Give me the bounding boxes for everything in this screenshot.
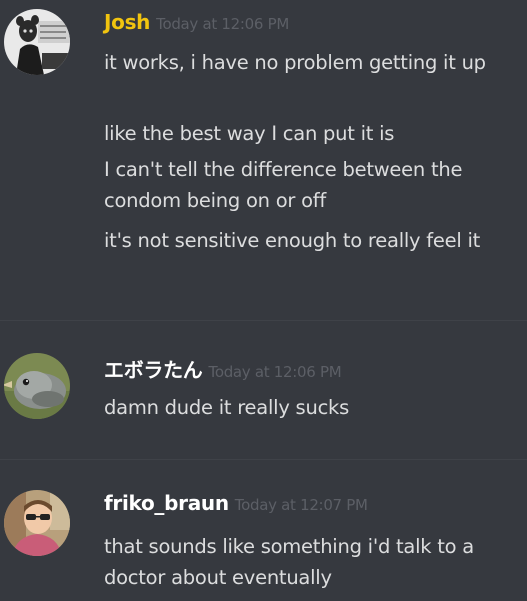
message-text: that sounds like something i'd talk to a… [104,535,474,589]
message-divider [0,459,527,460]
timestamp: Today at 12:06 PM [208,363,342,381]
username[interactable]: エボラたん [104,358,203,382]
message-text: like the best way I can put it is [104,122,395,145]
avatar[interactable] [4,9,70,75]
message-header: Josh Today at 12:06 PM [104,10,289,34]
message-text: it works, i have no problem getting it u… [104,51,486,74]
message-text: damn dude it really sucks [104,396,350,419]
username[interactable]: Josh [104,10,150,34]
timestamp: Today at 12:06 PM [156,15,289,33]
message-divider [0,320,527,321]
avatar[interactable] [4,353,70,419]
avatar[interactable] [4,490,70,556]
message-header: エボラたん Today at 12:06 PM [104,354,342,383]
username[interactable]: friko_braun [104,491,229,515]
timestamp: Today at 12:07 PM [234,496,368,514]
message-header: friko_braun Today at 12:07 PM [104,491,368,515]
message-text: I can't tell the difference between the … [104,158,463,212]
message-text: it's not sensitive enough to really feel… [104,229,481,252]
